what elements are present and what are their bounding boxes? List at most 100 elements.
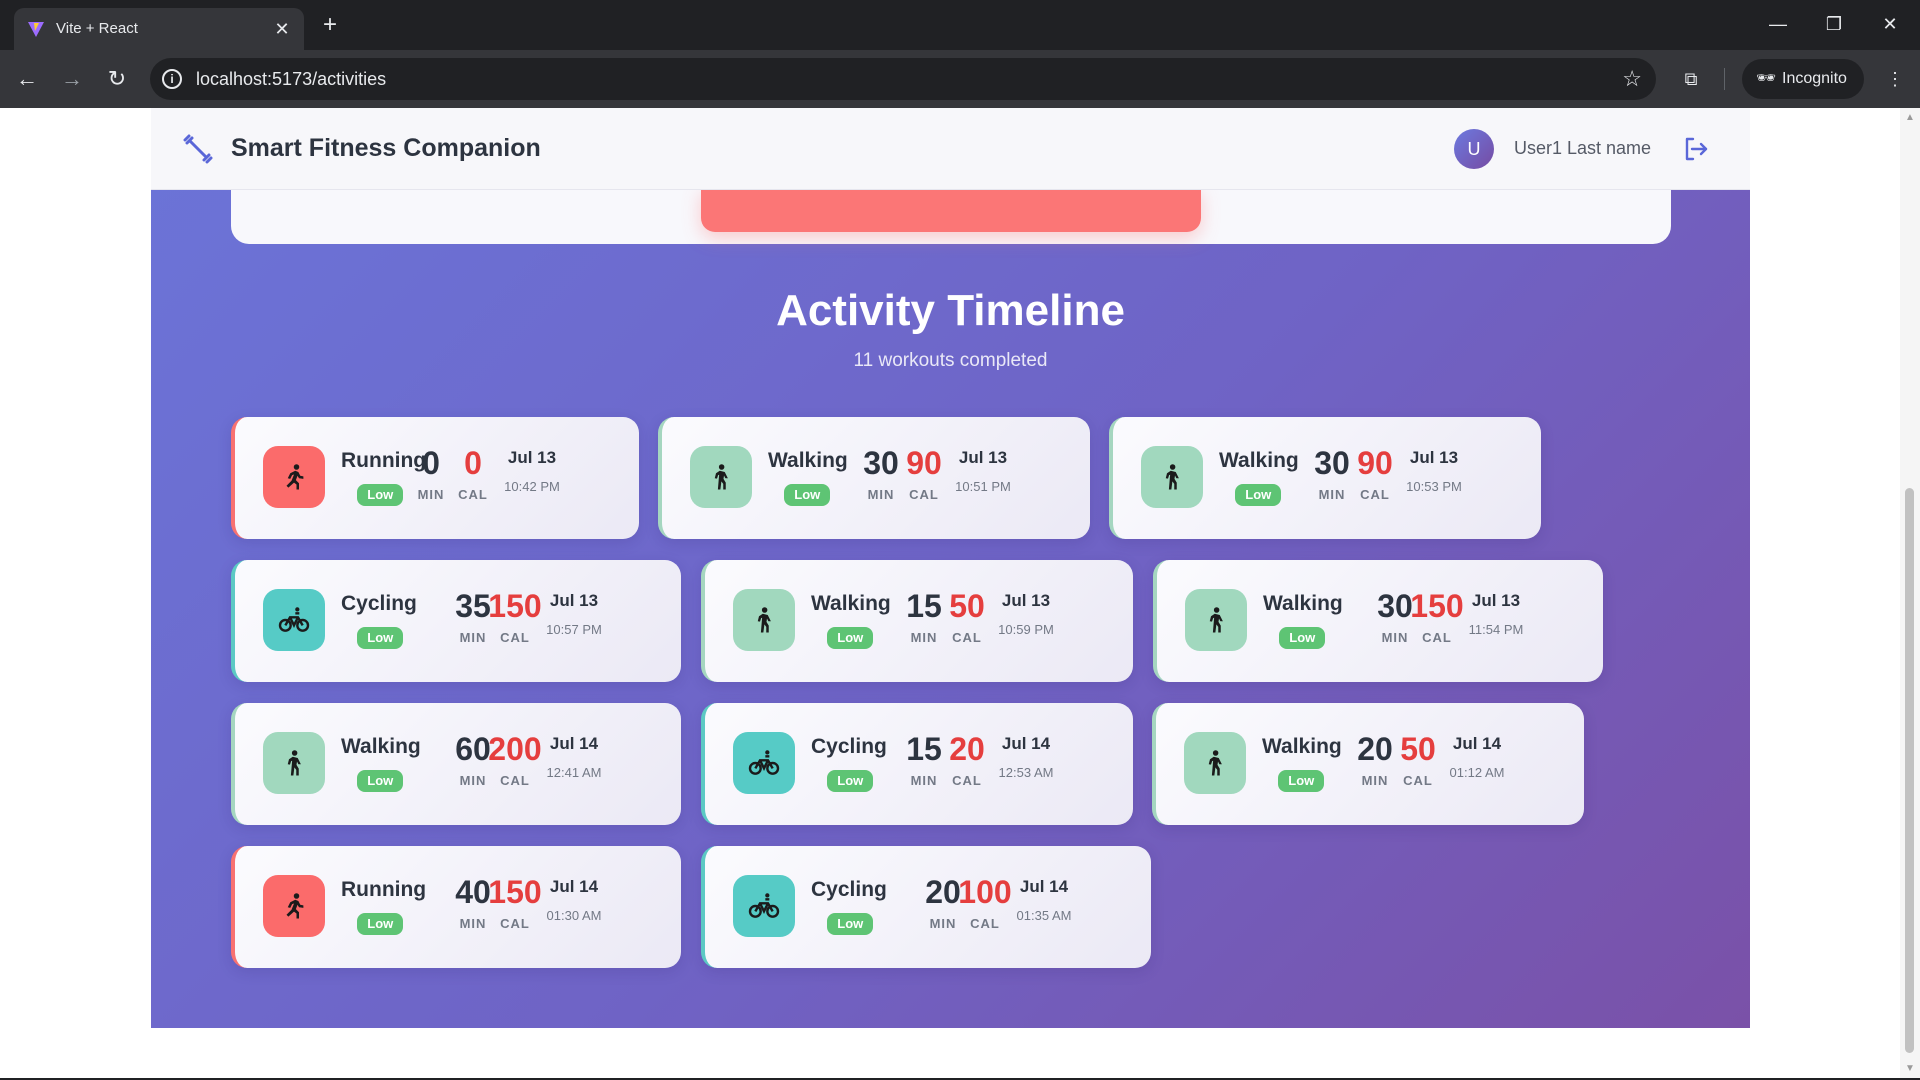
- activity-date: Jul 14: [1019, 877, 1069, 896]
- activity-card[interactable]: Walking Low 60 MIN 200 CAL Jul 14 12:41 AM: [231, 703, 681, 825]
- activity-type: Walking: [341, 735, 421, 758]
- page-scrollbar[interactable]: ▲ ▼: [1900, 108, 1920, 1078]
- activity-card[interactable]: Walking Low 30 MIN 90 CAL Jul 13 10:51 PM: [658, 417, 1090, 539]
- primary-action-button[interactable]: [701, 188, 1201, 232]
- tab-close-icon[interactable]: ✕: [270, 17, 294, 41]
- cycling-icon: [733, 875, 795, 937]
- reload-icon[interactable]: ↻: [102, 64, 132, 94]
- activity-type: Walking: [1262, 735, 1342, 758]
- activity-time: 01:35 AM: [1016, 908, 1072, 923]
- browser-titlebar: Vite + React ✕ + — ❐ ✕: [0, 0, 1920, 50]
- minimize-icon[interactable]: —: [1758, 8, 1798, 40]
- workout-count: 11 workouts completed: [853, 350, 1048, 371]
- intensity-badge: Low: [357, 770, 404, 792]
- cycling-icon: [733, 732, 795, 794]
- running-icon: [263, 875, 325, 937]
- intensity-badge: Low: [784, 484, 831, 506]
- activity-date: Jul 14: [1452, 734, 1502, 753]
- address-bar[interactable]: i localhost:5173/activities ☆: [150, 58, 1656, 100]
- activity-card[interactable]: Walking Low 30 MIN 150 CAL Jul 13 11:54 PM: [1153, 560, 1603, 682]
- url-text[interactable]: localhost:5173/activities: [196, 69, 386, 90]
- tab-title: Vite + React: [56, 20, 138, 37]
- activity-card[interactable]: Walking Low 20 MIN 50 CAL Jul 14 01:12 AM: [1152, 703, 1584, 825]
- activity-date: Jul 13: [549, 591, 599, 610]
- app-title[interactable]: Smart Fitness Companion: [231, 134, 541, 163]
- activity-type: Cycling: [341, 592, 417, 615]
- activity-type: Walking: [768, 449, 848, 472]
- incognito-indicator[interactable]: 🕶 Incognito: [1742, 59, 1864, 99]
- new-tab-button[interactable]: +: [316, 12, 344, 40]
- activity-date: Jul 14: [549, 734, 599, 753]
- bookmark-star-icon[interactable]: ☆: [1622, 66, 1642, 92]
- activity-type: Walking: [1263, 592, 1343, 615]
- scroll-up-icon[interactable]: ▲: [1905, 112, 1915, 123]
- browser-tab[interactable]: Vite + React ✕: [14, 8, 304, 50]
- browser-menu-icon[interactable]: ⋮: [1880, 64, 1910, 94]
- intensity-badge: Low: [357, 484, 404, 506]
- activity-type: Walking: [1219, 449, 1299, 472]
- walking-icon: [263, 732, 325, 794]
- activity-type: Walking: [811, 592, 891, 615]
- dumbbell-logo-icon[interactable]: [183, 134, 213, 164]
- activity-date: Jul 14: [1001, 734, 1051, 753]
- activity-card[interactable]: Running Low 0 MIN 0 CAL Jul 13 10:42 PM: [231, 417, 639, 539]
- activity-time: 11:54 PM: [1468, 622, 1524, 637]
- intensity-badge: Low: [1278, 770, 1325, 792]
- activity-time: 12:41 AM: [546, 765, 602, 780]
- incognito-icon: 🕶: [1756, 70, 1777, 87]
- cast-search-icon[interactable]: ⧉: [1676, 64, 1706, 94]
- window-close-icon[interactable]: ✕: [1870, 8, 1910, 40]
- back-icon[interactable]: ←: [12, 64, 42, 94]
- intensity-badge: Low: [357, 913, 404, 935]
- app-header: Smart Fitness Companion U User1 Last nam…: [151, 108, 1750, 190]
- activity-date: Jul 13: [1001, 591, 1051, 610]
- activity-card[interactable]: Cycling Low 15 MIN 20 CAL Jul 14 12:53 AM: [701, 703, 1133, 825]
- activity-time: 10:53 PM: [1406, 479, 1462, 494]
- activity-card[interactable]: Cycling Low 35 MIN 150 CAL Jul 13 10:57 PM: [231, 560, 681, 682]
- activity-date: Jul 14: [549, 877, 599, 896]
- walking-icon: [1141, 446, 1203, 508]
- intensity-badge: Low: [827, 770, 874, 792]
- activity-type: Cycling: [811, 878, 887, 901]
- app-container: Smart Fitness Companion U User1 Last nam…: [151, 108, 1750, 1028]
- intensity-badge: Low: [357, 627, 404, 649]
- incognito-label: Incognito: [1782, 70, 1847, 87]
- activity-time: 10:51 PM: [955, 479, 1011, 494]
- activity-time: 10:57 PM: [546, 622, 602, 637]
- activity-type: Running: [341, 878, 427, 901]
- intensity-badge: Low: [1279, 627, 1326, 649]
- activity-date: Jul 13: [958, 448, 1008, 467]
- activity-type: Cycling: [811, 735, 887, 758]
- logout-icon[interactable]: [1681, 134, 1711, 164]
- browser-toolbar: ← → ↻ i localhost:5173/activities ☆ ⧉ 🕶 I…: [0, 50, 1920, 108]
- running-icon: [263, 446, 325, 508]
- walking-icon: [1184, 732, 1246, 794]
- restore-icon[interactable]: ❐: [1814, 8, 1854, 40]
- activity-card[interactable]: Cycling Low 20 MIN 100 CAL Jul 14 01:35 AM: [701, 846, 1151, 968]
- activity-time: 10:59 PM: [998, 622, 1054, 637]
- page-title: Activity Timeline: [776, 286, 1125, 335]
- forward-icon[interactable]: →: [57, 64, 87, 94]
- activity-date: Jul 13: [1471, 591, 1521, 610]
- page-viewport: Smart Fitness Companion U User1 Last nam…: [0, 108, 1900, 1078]
- activity-time: 12:53 AM: [998, 765, 1054, 780]
- scroll-down-icon[interactable]: ▼: [1905, 1063, 1915, 1074]
- activity-card[interactable]: Walking Low 15 MIN 50 CAL Jul 13 10:59 PM: [701, 560, 1133, 682]
- toolbar-divider: [1724, 68, 1725, 90]
- activity-date: Jul 13: [1409, 448, 1459, 467]
- activity-time: 10:42 PM: [504, 479, 560, 494]
- user-avatar[interactable]: U: [1454, 129, 1494, 169]
- site-info-icon[interactable]: i: [162, 69, 182, 89]
- cycling-icon: [263, 589, 325, 651]
- walking-icon: [1185, 589, 1247, 651]
- intensity-badge: Low: [1235, 484, 1282, 506]
- user-name: User1 Last name: [1514, 138, 1652, 158]
- activity-card[interactable]: Walking Low 30 MIN 90 CAL Jul 13 10:53 PM: [1109, 417, 1541, 539]
- vite-logo-icon: [28, 22, 44, 37]
- activity-card[interactable]: Running Low 40 MIN 150 CAL Jul 14 01:30 AM: [231, 846, 681, 968]
- intensity-badge: Low: [827, 627, 874, 649]
- scrollbar-thumb[interactable]: [1905, 488, 1914, 1053]
- activity-date: Jul 13: [507, 448, 557, 467]
- walking-icon: [733, 589, 795, 651]
- walking-icon: [690, 446, 752, 508]
